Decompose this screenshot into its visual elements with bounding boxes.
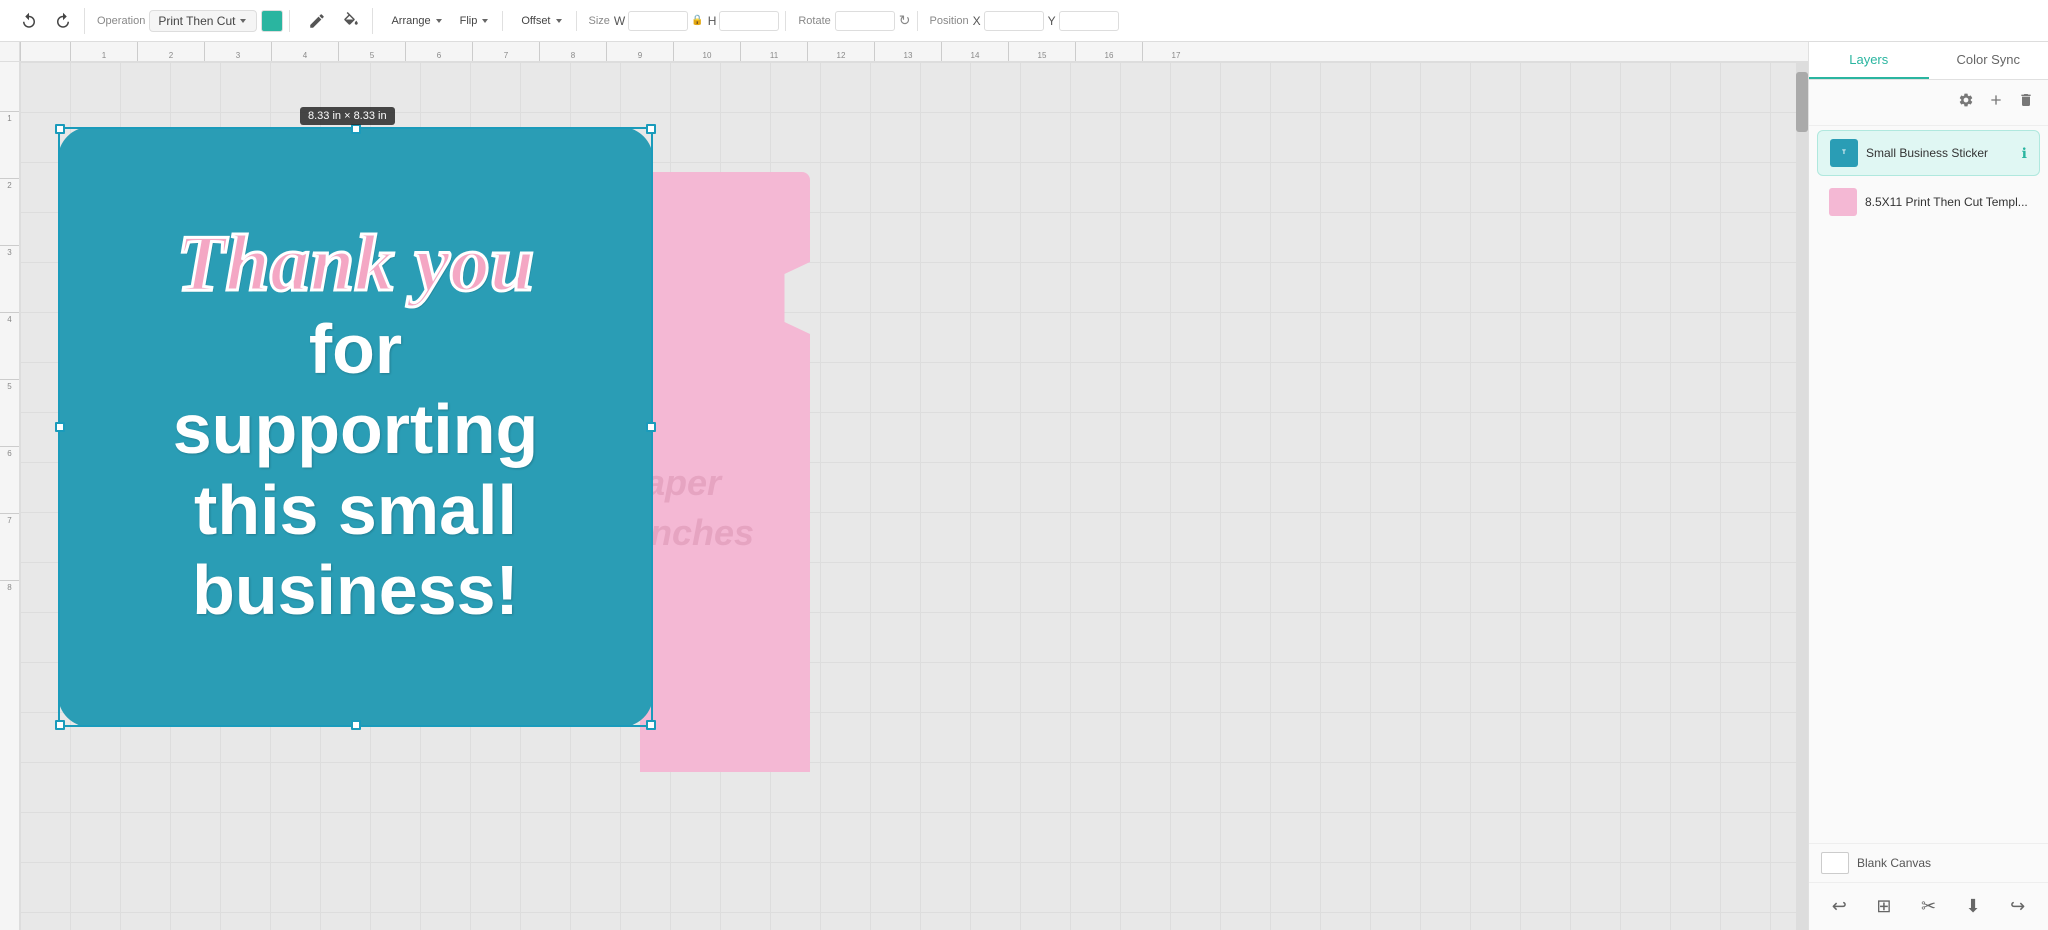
rotate-input[interactable]: 0 <box>835 11 895 31</box>
panel-tabs: Layers Color Sync <box>1809 42 2048 80</box>
delete-layer-icon <box>2018 92 2034 108</box>
offset-button[interactable]: Offset <box>515 11 569 31</box>
x-group: X 0.5 <box>973 11 1044 31</box>
undo-button[interactable] <box>14 8 44 34</box>
panel-bottom-toolbar: ↩ ⊞ ✂ ⬇ ↪ <box>1809 882 2048 930</box>
layers-list: T Small Business Sticker ℹ 8.5X11 Print … <box>1809 126 2048 228</box>
arrange-label: Arrange <box>391 15 430 27</box>
scrollbar-thumb[interactable] <box>1796 72 1808 132</box>
height-input[interactable]: 8.333 <box>719 11 779 31</box>
panel-settings-button[interactable] <box>1954 88 1978 117</box>
rotate-section: Rotate 0 ↻ <box>792 11 917 31</box>
arrange-chevron-icon <box>434 16 444 26</box>
operation-label: Operation <box>97 15 145 27</box>
panel-download-button[interactable]: ⬇ <box>1958 891 1989 922</box>
panel-undo-button[interactable]: ↩ <box>1824 891 1855 922</box>
sticker-thank-you-text: Thank you <box>177 224 535 304</box>
arrange-section: Arrange Flip <box>379 11 503 31</box>
canvas-workspace[interactable]: 8.33 in × 8.33 in aper nches Thank you f… <box>20 62 1808 930</box>
chevron-down-icon <box>238 16 248 26</box>
ruler-corner <box>0 42 20 62</box>
layer-name-1: Small Business Sticker <box>1866 146 2014 160</box>
panel-spacer <box>1809 228 2048 843</box>
settings-icon <box>1958 92 1974 108</box>
layer-item-2[interactable]: 8.5X11 Print Then Cut Templ... <box>1817 180 2040 224</box>
linetype-button[interactable] <box>302 8 332 34</box>
width-input[interactable]: 8.333 <box>628 11 688 31</box>
panel-add-button[interactable] <box>1984 88 2008 117</box>
layer-thumb-2 <box>1829 188 1857 216</box>
panel-layers-button[interactable]: ⊞ <box>1868 891 1899 922</box>
y-label: Y <box>1048 14 1056 28</box>
layer-info-icon-1[interactable]: ℹ <box>2022 145 2027 162</box>
position-section: Position X 0.5 Y 0.5 <box>924 11 1125 31</box>
pink-template-text1: aper <box>645 462 721 504</box>
size-tooltip: 8.33 in × 8.33 in <box>300 107 395 125</box>
fill-button[interactable] <box>336 8 366 34</box>
add-layer-icon <box>1988 92 2004 108</box>
blank-canvas-label: Blank Canvas <box>1857 856 1931 870</box>
y-group: Y 0.5 <box>1048 11 1119 31</box>
height-group: H 8.333 <box>708 11 780 31</box>
panel-toolbar <box>1809 80 2048 126</box>
sticker-background: Thank you forsupportingthis smallbusines… <box>58 127 653 727</box>
layer-name-2: 8.5X11 Print Then Cut Templ... <box>1865 195 2028 209</box>
x-input[interactable]: 0.5 <box>984 11 1044 31</box>
y-input[interactable]: 0.5 <box>1059 11 1119 31</box>
height-label: H <box>708 14 717 28</box>
main-toolbar: Operation Print Then Cut Arrange Flip Of… <box>0 0 2048 42</box>
operation-value: Print Then Cut <box>158 14 235 28</box>
operation-dropdown[interactable]: Print Then Cut <box>149 10 257 32</box>
x-label: X <box>973 14 981 28</box>
offset-chevron-icon <box>554 16 564 26</box>
size-label: Size <box>589 15 610 27</box>
handle-top-left[interactable] <box>55 124 65 134</box>
right-panel: Layers Color Sync T <box>1808 42 2048 930</box>
rotate-icon[interactable]: ↻ <box>899 12 911 29</box>
handle-bottom-left[interactable] <box>55 720 65 730</box>
flip-chevron-icon <box>480 16 490 26</box>
panel-delete-button[interactable] <box>2014 88 2038 117</box>
offset-label: Offset <box>521 15 550 27</box>
canvas-scrollbar[interactable] <box>1796 62 1808 930</box>
rotate-label: Rotate <box>798 15 830 27</box>
size-section: Size W 8.333 🔒 H 8.333 <box>583 11 787 31</box>
redo-button[interactable] <box>48 8 78 34</box>
blank-canvas-row: Blank Canvas <box>1809 843 2048 882</box>
panel-cut-button[interactable]: ✂ <box>1913 891 1944 922</box>
ruler-vertical: 1 2 3 4 5 6 7 8 <box>0 62 20 930</box>
sticker-element[interactable]: Thank you forsupportingthis smallbusines… <box>58 127 653 727</box>
blank-canvas-thumb <box>1821 852 1849 874</box>
width-lock-icon[interactable]: 🔒 <box>691 15 703 26</box>
width-group: W 8.333 🔒 <box>614 11 704 31</box>
color-swatch[interactable] <box>261 10 283 32</box>
operation-section: Operation Print Then Cut <box>91 10 290 32</box>
pink-template-text2: nches <box>650 512 754 554</box>
width-label: W <box>614 14 625 28</box>
arrange-button[interactable]: Arrange <box>385 11 449 31</box>
layer-thumb-1: T <box>1830 139 1858 167</box>
panel-redo-button[interactable]: ↪ <box>2002 891 2033 922</box>
handle-top-right[interactable] <box>646 124 656 134</box>
undo-redo-section <box>8 8 85 34</box>
flip-button[interactable]: Flip <box>454 11 497 31</box>
sticker-body-text: forsupportingthis smallbusiness! <box>173 309 538 631</box>
offset-section: Offset <box>509 11 576 31</box>
tab-layers[interactable]: Layers <box>1809 42 1929 79</box>
main-area: 1 2 3 4 5 6 7 8 9 10 11 12 13 14 15 16 1… <box>0 42 2048 930</box>
canvas-area[interactable]: 1 2 3 4 5 6 7 8 9 10 11 12 13 14 15 16 1… <box>0 42 1808 930</box>
flip-label: Flip <box>460 15 478 27</box>
linetype-section <box>296 8 373 34</box>
position-label: Position <box>930 15 969 27</box>
layer-item-1[interactable]: T Small Business Sticker ℹ <box>1817 130 2040 176</box>
tab-color-sync[interactable]: Color Sync <box>1929 42 2048 79</box>
ruler-horizontal: 1 2 3 4 5 6 7 8 9 10 11 12 13 14 15 16 1… <box>20 42 1808 62</box>
